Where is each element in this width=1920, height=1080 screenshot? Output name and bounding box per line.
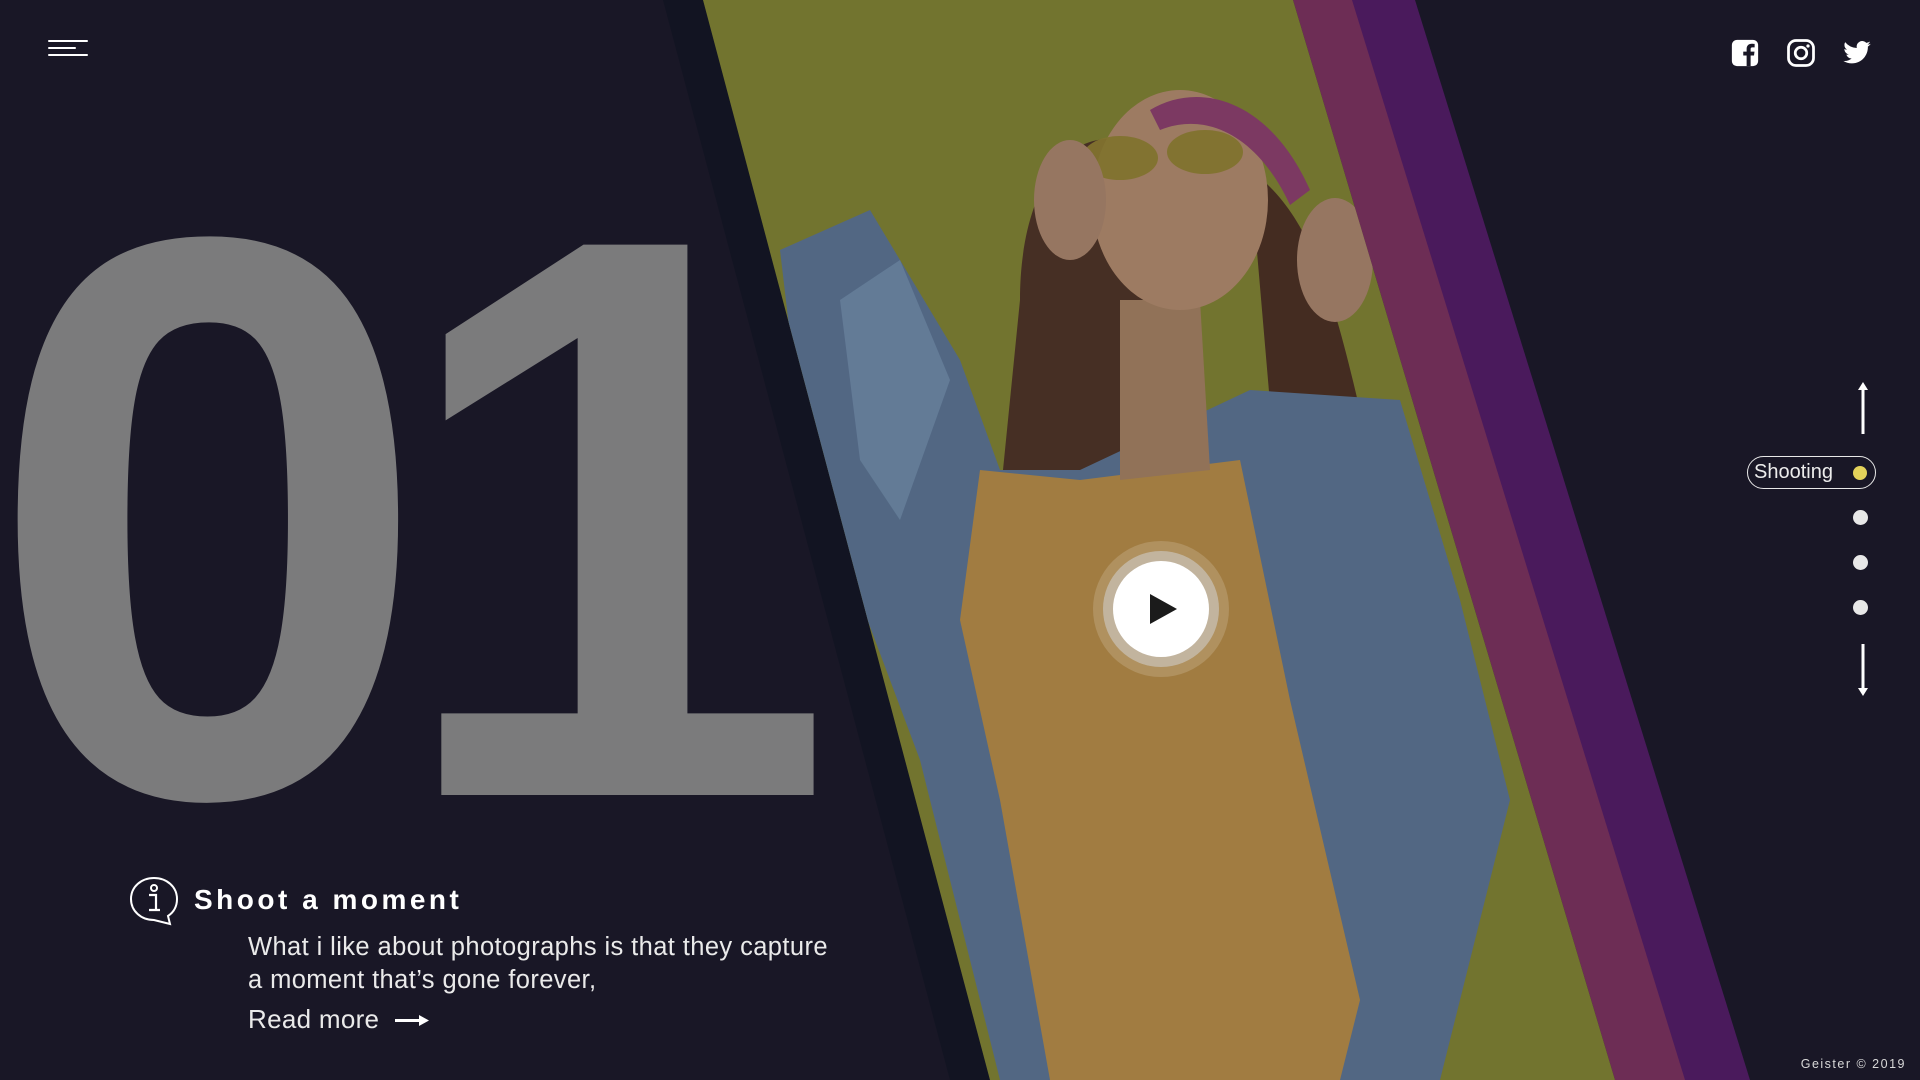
menu-line (48, 47, 76, 49)
arrow-right-icon (395, 1014, 430, 1026)
slide-dot[interactable] (1853, 510, 1868, 525)
slide-navigation: Shooting (1680, 380, 1920, 700)
hero-stage: 01 Shooting Shoot a moment What i like a… (0, 0, 1920, 1080)
social-links (1730, 38, 1872, 68)
menu-line (48, 40, 88, 42)
slide-description: What i like about photographs is that th… (248, 933, 828, 994)
active-slide-label: Shooting (1754, 461, 1833, 483)
play-video-button[interactable] (1093, 541, 1229, 677)
slide-dot[interactable] (1853, 555, 1868, 570)
arrow-down-icon[interactable] (1853, 642, 1873, 698)
read-more-label: Read more (248, 1004, 380, 1034)
read-more-link[interactable]: Read more (248, 1004, 430, 1035)
slide-title: Shoot a moment (194, 884, 463, 915)
copyright: Geister © 2019 (1800, 1057, 1906, 1071)
instagram-icon[interactable] (1786, 38, 1816, 68)
menu-button[interactable] (48, 38, 92, 62)
info-icon (129, 876, 179, 926)
active-dot (1853, 466, 1867, 480)
active-slide-pill[interactable]: Shooting (1747, 456, 1876, 489)
menu-line (48, 54, 88, 56)
play-icon (1150, 594, 1177, 624)
arrow-up-icon[interactable] (1853, 380, 1873, 436)
hero-photo-panel (663, 0, 1750, 1080)
slide-dot[interactable] (1853, 600, 1868, 615)
twitter-icon[interactable] (1842, 38, 1872, 68)
facebook-icon[interactable] (1730, 38, 1760, 68)
